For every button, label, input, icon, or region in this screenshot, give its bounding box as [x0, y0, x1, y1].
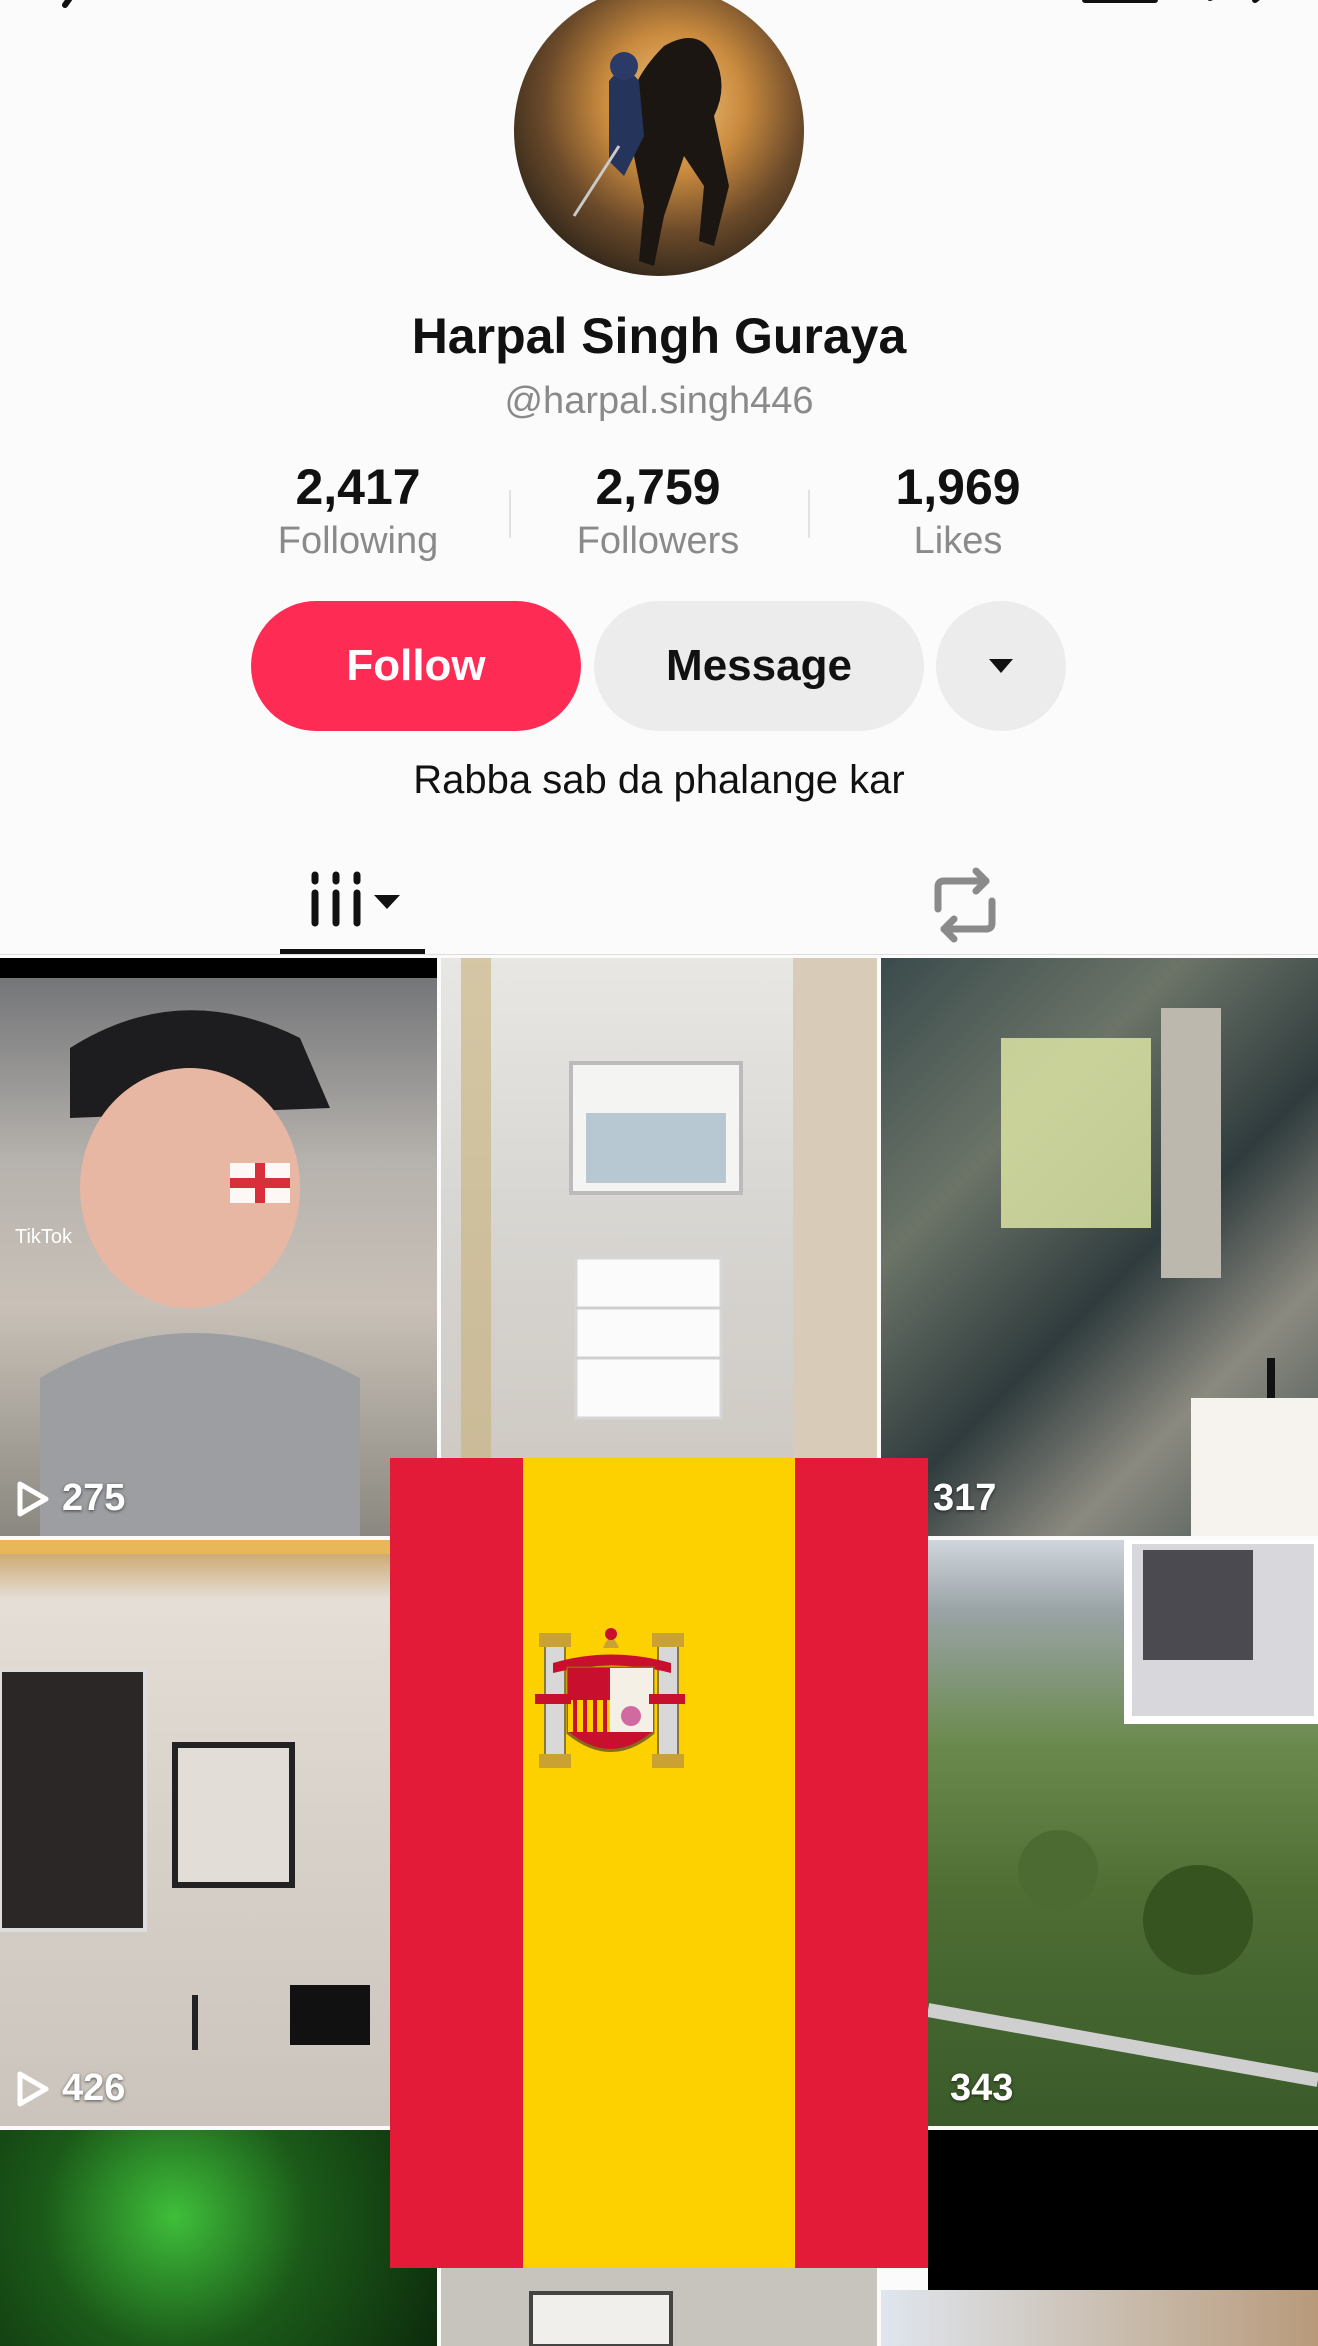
grid-icon — [311, 871, 400, 927]
view-count-text: 426 — [62, 2067, 126, 2109]
likes-label: Likes — [913, 520, 1003, 562]
video-thumbnail — [529, 2291, 673, 2346]
tab-videos[interactable] — [280, 855, 425, 955]
video-tile[interactable] — [441, 958, 877, 1458]
video-tile[interactable]: 343 — [928, 1540, 1318, 2126]
profile-handle: @harpal.singh446 — [504, 380, 814, 422]
view-count: 275 — [16, 1477, 125, 1520]
bell-icon — [1082, 0, 1158, 3]
stat-likes: 1,969 Likes — [808, 462, 1108, 563]
video-tile[interactable]: TikTok 275 — [0, 958, 437, 1536]
follow-button[interactable]: Follow — [251, 601, 581, 731]
tab-divider — [0, 954, 1318, 955]
horse-rider-illustration — [572, 38, 729, 266]
video-tile[interactable]: 317 — [881, 958, 1318, 1536]
profile-bio: Rabba sab da phalange kar — [413, 758, 905, 802]
stat-followers[interactable]: 2,759 Followers — [508, 462, 808, 563]
view-count: 317 — [933, 1477, 996, 1520]
likes-count: 1,969 — [895, 459, 1021, 515]
view-count-text: 343 — [950, 2067, 1014, 2109]
play-icon — [17, 2071, 49, 2106]
caret-down-icon — [374, 895, 400, 909]
video-thumbnail — [928, 1540, 1318, 2087]
back-button[interactable] — [40, 0, 120, 20]
flag-red-stripe — [390, 1458, 523, 2268]
video-tile[interactable] — [441, 2268, 877, 2346]
followers-count: 2,759 — [595, 459, 721, 515]
view-count: 343 — [950, 2067, 1013, 2110]
tab-reposts[interactable] — [920, 855, 1010, 955]
share-arrow-icon — [1207, 0, 1260, 3]
notification-bell-button[interactable] — [1080, 0, 1160, 30]
caret-down-icon — [989, 659, 1013, 673]
video-tile-top — [928, 2130, 1318, 2290]
repost-icon — [934, 867, 996, 943]
video-thumbnail — [1001, 1008, 1318, 1536]
video-thumbnail — [0, 1540, 390, 2050]
view-count-text: 275 — [62, 1477, 126, 1519]
spain-flag-overlay — [390, 1458, 928, 2268]
stat-following[interactable]: 2,417 Following — [208, 462, 508, 563]
video-tile[interactable] — [0, 2130, 437, 2346]
followers-label: Followers — [576, 520, 740, 562]
share-button[interactable] — [1195, 0, 1285, 30]
view-count: 426 — [16, 2067, 125, 2110]
message-button[interactable]: Message — [594, 601, 924, 731]
video-tile[interactable]: 426 — [0, 1540, 390, 2126]
video-thumbnail — [461, 958, 877, 1458]
play-icon — [17, 1481, 49, 1516]
back-arrow-icon — [62, 0, 73, 8]
view-count-text: 317 — [933, 1477, 997, 1519]
profile-name: Harpal Singh Guraya — [411, 308, 907, 364]
video-thumbnail: TikTok — [0, 958, 437, 1536]
coat-of-arms-icon — [535, 1628, 685, 1768]
svg-text:TikTok: TikTok — [15, 1226, 73, 1248]
flag-yellow-stripe — [523, 1458, 795, 2268]
flag-red-stripe — [795, 1458, 928, 2268]
more-options-button[interactable] — [936, 601, 1066, 731]
following-label: Following — [277, 520, 439, 562]
avatar[interactable] — [514, 0, 804, 276]
following-count: 2,417 — [295, 459, 421, 515]
video-tile[interactable] — [881, 2290, 1318, 2346]
